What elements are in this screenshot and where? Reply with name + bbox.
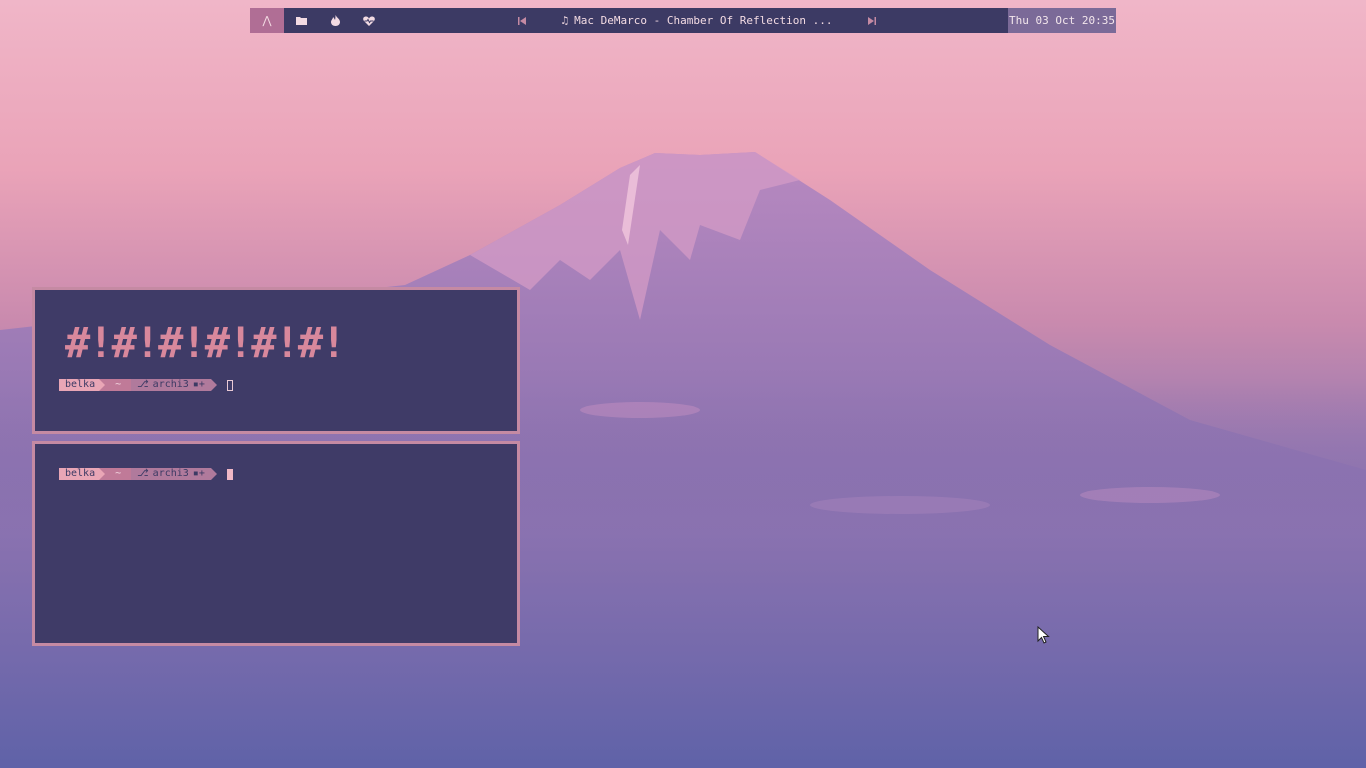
powerline-separator — [210, 379, 217, 391]
arch-logo-icon: ⋀ — [262, 14, 272, 27]
prompt-git-status: ▪+ — [192, 468, 205, 479]
skip-next-icon — [868, 16, 877, 25]
prompt-directory: ~ — [105, 379, 132, 391]
text-cursor — [226, 379, 233, 391]
workspace-3-flame-icon[interactable] — [318, 8, 352, 33]
workspace-4-heartbeat-icon[interactable] — [352, 8, 386, 33]
shell-prompt: belka ~ ⎇ archi3 ▪+ — [59, 468, 233, 480]
prompt-git-status: ▪+ — [192, 379, 205, 390]
workspace-1-arch-logo-icon[interactable]: ⋀ — [250, 8, 284, 33]
workspace-2-folder-icon[interactable] — [284, 8, 318, 33]
prompt-branch: archi3 — [152, 379, 189, 390]
skip-previous-icon — [517, 16, 526, 25]
prompt-user: belka — [59, 468, 100, 480]
terminal-window-1[interactable]: #!#!#!#!#!#! belka ~ ⎇ archi3 ▪+ — [32, 287, 520, 434]
heartbeat-icon — [363, 16, 375, 26]
git-branch-icon: ⎇ — [137, 379, 149, 390]
terminal-window-2[interactable]: belka ~ ⎇ archi3 ▪+ — [32, 441, 520, 646]
previous-track-button[interactable] — [512, 16, 532, 25]
prompt-git: ⎇ archi3 ▪+ — [131, 379, 211, 391]
text-cursor — [226, 468, 233, 480]
clock-text: Thu 03 Oct 20:35 — [1009, 14, 1115, 27]
track-title: Mac DeMarco - Chamber Of Reflection ... — [574, 14, 833, 27]
prompt-branch: archi3 — [152, 468, 189, 479]
git-branch-icon: ⎇ — [137, 468, 149, 479]
ascii-banner: #!#!#!#!#!#! — [65, 318, 346, 367]
top-bar: ⋀ ♫ Mac DeMarco - Chamber Of Reflection … — [250, 8, 1116, 33]
next-track-button[interactable] — [862, 16, 882, 25]
now-playing[interactable]: ♫ Mac DeMarco - Chamber Of Reflection ..… — [562, 14, 833, 27]
flame-icon — [330, 15, 340, 26]
music-note-icon: ♫ — [561, 14, 569, 27]
media-player: ♫ Mac DeMarco - Chamber Of Reflection ..… — [386, 8, 1008, 33]
folder-icon — [295, 17, 307, 25]
prompt-directory: ~ — [105, 468, 132, 480]
powerline-separator — [210, 468, 217, 480]
clock[interactable]: Thu 03 Oct 20:35 — [1008, 8, 1116, 33]
mouse-pointer-icon — [1037, 626, 1050, 644]
prompt-git: ⎇ archi3 ▪+ — [131, 468, 211, 480]
shell-prompt: belka ~ ⎇ archi3 ▪+ — [59, 379, 233, 391]
workspace-switcher: ⋀ — [250, 8, 386, 33]
prompt-user: belka — [59, 379, 100, 391]
